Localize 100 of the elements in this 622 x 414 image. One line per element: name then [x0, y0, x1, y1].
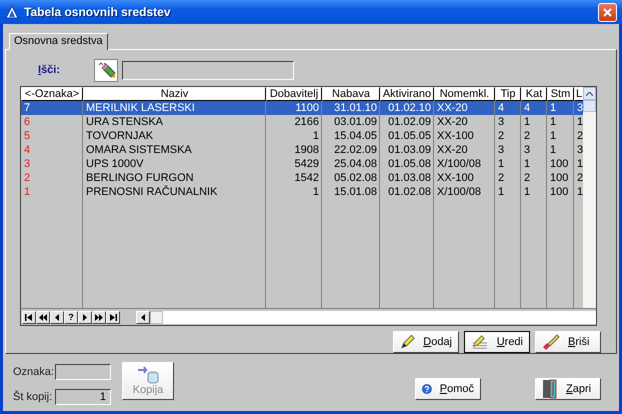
table-cell-text: 1 — [576, 157, 583, 171]
delete-button[interactable]: Briši — [535, 331, 601, 353]
table-cell-text: 1908 — [294, 143, 320, 157]
table-cell-text: XX-20 — [436, 115, 469, 129]
table-cell-text: 01.03.09 — [387, 143, 432, 157]
table-cell-text: 3 — [523, 143, 532, 157]
table-cell-text: 1 — [523, 157, 532, 171]
table-cell-text: 2 — [23, 171, 32, 185]
search-button[interactable] — [94, 58, 118, 82]
table-cell-text: 1 — [549, 129, 558, 143]
prev-page-icon — [39, 314, 47, 321]
table-cell-text: 1 — [549, 143, 558, 157]
input-field[interactable]: 1 — [55, 389, 111, 405]
column-header[interactable]: <-Oznaka> — [21, 87, 83, 101]
navigator-button[interactable] — [50, 310, 64, 324]
table-cell-text: 1 — [312, 185, 320, 199]
scroll-up-button[interactable] — [583, 87, 596, 100]
prev-icon — [53, 314, 61, 321]
table-row[interactable]: 4 OMARA SISTEMSKA 1908 22.02.09 01.03.09 XX-20 3 3 1 3 — [21, 143, 583, 157]
table-cell-text: X/100/08 — [436, 185, 482, 199]
table-cell-text: 1 — [23, 185, 32, 199]
table-cell-text: XX-20 — [436, 143, 469, 157]
close-button[interactable]: Zapri — [535, 378, 601, 400]
table-cell-text: BERLINGO FURGON — [85, 171, 195, 185]
pencil-icon — [400, 334, 416, 350]
search-field[interactable] — [122, 60, 294, 80]
input-field[interactable] — [55, 364, 111, 380]
help-button[interactable]: Pomoč — [415, 378, 481, 400]
table-cell-text: 31.01.10 — [333, 101, 378, 115]
next-page-icon — [95, 314, 103, 321]
table-cell-text: XX-100 — [436, 129, 475, 143]
table-cell-text: 2 — [576, 129, 583, 143]
pencil-icon — [96, 60, 116, 80]
pencil-eraser-icon — [542, 334, 560, 350]
table-cell-text: 2 — [523, 129, 532, 143]
navigator-button[interactable]: ? — [64, 310, 78, 324]
navigator-button[interactable] — [36, 310, 50, 324]
table-cell-text: PRENOSNI RAČUNALNIK — [85, 185, 218, 199]
table-cell-text: 1542 — [294, 171, 320, 185]
table-cell-text: 1 — [523, 115, 532, 129]
table-cell-text: TOVORNJAK — [85, 129, 154, 143]
column-header[interactable]: Nomemkl. — [434, 87, 495, 101]
close-button[interactable] — [598, 2, 617, 22]
table-row[interactable]: 2 BERLINGO FURGON 1542 05.02.08 01.03.08 XX-100 2 2 100 2 — [21, 171, 583, 185]
next-icon — [81, 314, 89, 321]
horizontal-scrollbar[interactable] — [136, 310, 596, 324]
table-cell-text: X/100/08 — [436, 157, 482, 171]
table-row[interactable]: 7 MERILNIK LASERSKI 1100 31.01.10 01.02.10 XX-20 4 4 1 3 — [21, 101, 583, 115]
table-cell-text: 1 — [497, 157, 506, 171]
scroll-thumb[interactable] — [150, 310, 163, 324]
window-title: Tabela osnovnih sredstev — [24, 5, 172, 19]
add-button[interactable]: Dodaj — [393, 331, 459, 353]
tab[interactable]: Osnovna sredstva — [9, 33, 108, 50]
edit-button[interactable]: Uredi — [464, 331, 530, 353]
navigator-button[interactable] — [92, 310, 106, 324]
table-cell-text: 01.02.10 — [387, 101, 432, 115]
table-cell-text: 2 — [576, 171, 583, 185]
prev-icon — [139, 314, 147, 321]
table-row[interactable]: 5 TOVORNJAK 1 15.04.05 01.05.05 XX-100 2 2 1 2 — [21, 129, 583, 143]
column-header[interactable]: Stm — [547, 87, 574, 101]
table-cell-text: 3 — [23, 157, 32, 171]
scroll-thumb[interactable] — [583, 100, 596, 112]
table-cell-text: 7 — [23, 101, 32, 115]
table-cell-text: 01.03.08 — [387, 171, 432, 185]
table-cell-text: 05.02.08 — [333, 171, 378, 185]
field-label: Št kopij: — [13, 391, 54, 403]
close-icon — [603, 8, 612, 16]
table-cell-text: 4 — [497, 101, 506, 115]
copy-database-icon — [136, 366, 160, 384]
table-cell-text: 01.05.05 — [387, 129, 432, 143]
table-cell-text: 15.01.08 — [333, 185, 378, 199]
exit-door-icon — [542, 379, 558, 399]
table-cell-text: 1100 — [294, 101, 320, 115]
navigator-button[interactable] — [22, 310, 36, 324]
table-row[interactable]: 3 UPS 1000V 5429 25.04.08 01.05.08 X/100/08 1 1 100 1 — [21, 157, 583, 171]
table-cell-text: 3 — [497, 115, 506, 129]
table-cell-text: 4 — [523, 101, 532, 115]
table-cell-text: 1 — [523, 185, 532, 199]
table-cell-text: 1 — [576, 185, 583, 199]
table-cell-text: 1 — [497, 185, 506, 199]
vertical-scrollbar[interactable] — [583, 87, 596, 308]
table-row[interactable]: 6 URA STENSKA 2166 03.01.09 01.02.09 XX-20 3 1 1 1 — [21, 115, 583, 129]
table-cell-text: 3 — [497, 143, 506, 157]
column-header[interactable]: Tip — [495, 87, 521, 101]
scroll-left-button[interactable] — [136, 310, 150, 324]
first-icon — [25, 314, 33, 321]
table-cell-text: 1 — [312, 129, 320, 143]
column-header[interactable]: Nabava — [322, 87, 380, 101]
navigator-button[interactable] — [78, 310, 92, 324]
column-header[interactable]: L — [574, 87, 583, 101]
table-row[interactable]: 1 PRENOSNI RAČUNALNIK 1 15.01.08 01.02.08 X/100/08 1 1 100 1 — [21, 185, 583, 199]
column-header[interactable]: Aktivirano — [380, 87, 434, 101]
column-header[interactable]: Kat — [521, 87, 547, 101]
table-cell-text: 2166 — [294, 115, 320, 129]
app-logo-icon — [5, 5, 19, 19]
navigator-button[interactable] — [106, 310, 120, 324]
column-header[interactable]: Dobavitelj — [266, 87, 322, 101]
table-cell-text: 100 — [549, 171, 570, 185]
table-cell-text: XX-100 — [436, 171, 475, 185]
column-header[interactable]: Naziv — [83, 87, 266, 101]
